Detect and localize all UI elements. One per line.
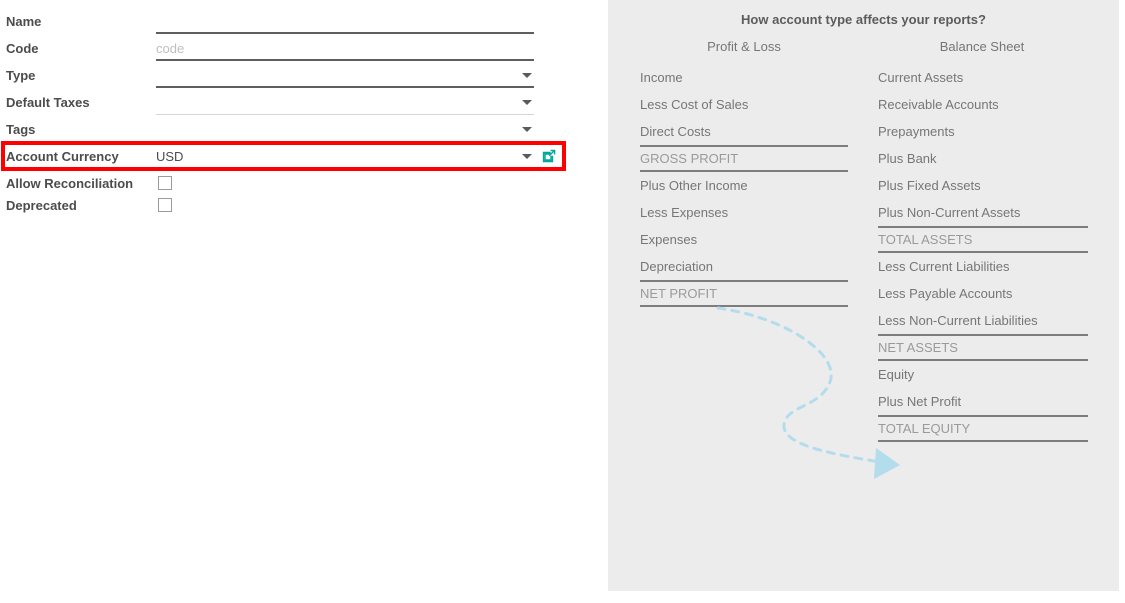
tags-select[interactable] [156, 120, 534, 140]
report-total-row: TOTAL EQUITY [878, 415, 1088, 442]
code-input[interactable]: code [156, 39, 534, 59]
field-label-default-taxes: Default Taxes [6, 95, 90, 110]
report-row: Less Non-Current Liabilities [878, 313, 1038, 328]
report-row: Plus Non-Current Assets [878, 205, 1021, 220]
report-total-row: TOTAL ASSETS [878, 226, 1088, 253]
field-wrap-account-currency[interactable]: USD [156, 147, 534, 169]
field-wrap-name[interactable] [156, 12, 534, 34]
panel-title: How account type affects your reports? [741, 12, 986, 27]
report-row: Prepayments [878, 124, 955, 139]
name-input[interactable] [156, 12, 534, 32]
balance-sheet-column: Current Assets Receivable Accounts Prepa… [878, 64, 1088, 442]
field-label-deprecated: Deprecated [6, 198, 77, 213]
report-total-row: NET ASSETS [878, 334, 1088, 361]
deprecated-checkbox[interactable] [158, 198, 172, 212]
report-row: Expenses [640, 232, 698, 247]
allow-reconciliation-checkbox[interactable] [158, 176, 172, 190]
report-help-panel: How account type affects your reports? P… [608, 0, 1119, 591]
report-row: Receivable Accounts [878, 97, 999, 112]
report-row: Less Current Liabilities [878, 259, 1010, 274]
report-row: Plus Fixed Assets [878, 178, 981, 193]
form-row-code: Code code [0, 39, 580, 66]
chevron-down-icon[interactable] [522, 127, 532, 132]
report-row: Direct Costs [640, 124, 711, 139]
account-form-pane: Name Code code Type Default Taxes Tags A… [0, 0, 600, 603]
chevron-down-icon[interactable] [522, 154, 532, 159]
field-label-account-currency: Account Currency [6, 149, 119, 164]
default-taxes-select[interactable] [156, 93, 534, 113]
report-total-row: NET PROFIT [640, 280, 848, 307]
account-currency-select[interactable]: USD [156, 147, 534, 167]
form-row-name: Name [0, 12, 580, 39]
report-row: Current Assets [878, 70, 964, 85]
field-label-name: Name [6, 14, 42, 29]
form-row-default-taxes: Default Taxes [0, 93, 580, 120]
field-wrap-code[interactable]: code [156, 39, 534, 61]
field-wrap-tags[interactable] [156, 120, 534, 142]
default-taxes-underline [156, 114, 534, 115]
report-row: Less Cost of Sales [640, 97, 749, 112]
report-row: Less Payable Accounts [878, 286, 1013, 301]
column-heading-balance-sheet: Balance Sheet [939, 39, 1025, 54]
field-label-allow-reconciliation: Allow Reconciliation [6, 176, 134, 191]
external-link-icon[interactable] [541, 148, 557, 164]
report-total-row: GROSS PROFIT [640, 145, 848, 172]
report-row: Plus Net Profit [878, 394, 962, 409]
report-row: Income [640, 70, 683, 85]
report-row: Plus Bank [878, 151, 937, 166]
profit-loss-column: Income Less Cost of Sales Direct Costs G… [640, 64, 848, 307]
report-row: Less Expenses [640, 205, 729, 220]
field-label-type: Type [6, 68, 36, 83]
field-wrap-type[interactable] [156, 66, 534, 88]
type-underline [156, 86, 534, 88]
type-select[interactable] [156, 66, 534, 86]
account-currency-underline [156, 168, 534, 169]
form-row-deprecated: Deprecated [0, 196, 580, 223]
report-row: Plus Other Income [640, 178, 748, 193]
report-row: Depreciation [640, 259, 713, 274]
form-row-account-currency: Account Currency USD [0, 147, 580, 174]
field-label-code: Code [6, 41, 39, 56]
name-underline [156, 32, 534, 34]
form-row-type: Type [0, 66, 580, 93]
field-wrap-default-taxes[interactable] [156, 93, 534, 115]
form-row-tags: Tags [0, 120, 580, 147]
chevron-down-icon[interactable] [522, 73, 532, 78]
chevron-down-icon[interactable] [522, 100, 532, 105]
field-label-tags: Tags [6, 122, 36, 137]
code-underline [156, 59, 534, 61]
report-row: Equity [878, 367, 915, 382]
column-heading-profit-loss: Profit & Loss [707, 39, 781, 54]
